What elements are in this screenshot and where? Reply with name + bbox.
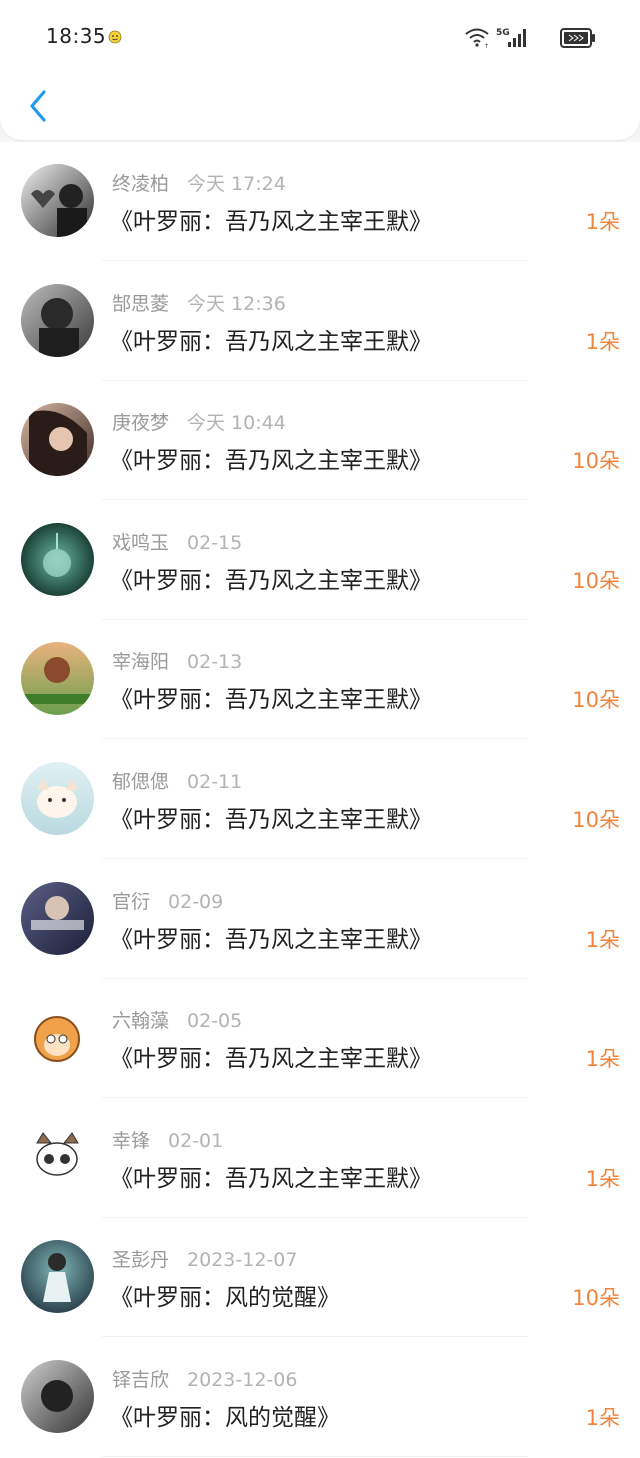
user-name[interactable]: 庚夜梦 bbox=[112, 412, 169, 434]
gift-date: 今天 17:24 bbox=[187, 173, 286, 195]
gift-date: 今天 12:36 bbox=[187, 292, 286, 315]
gift-date: 今天 10:44 bbox=[187, 412, 286, 435]
book-title[interactable]: 《叶罗丽：吾乃风之主宰王默》 bbox=[110, 441, 432, 475]
gift-record-row[interactable]: 庚夜梦 今天 10:44 《叶罗丽：吾乃风之主宰王默》 10朵 bbox=[0, 381, 640, 501]
gift-date: 2023-12-06 bbox=[187, 1368, 298, 1391]
gift-record-list: 终凌柏 今天 17:24 《叶罗丽：吾乃风之主宰王默》 1朵 郜思菱 今天 12:3… bbox=[0, 142, 640, 1458]
gift-date: 02-01 bbox=[168, 1129, 224, 1152]
chevron-left-icon bbox=[30, 90, 46, 122]
avatar[interactable] bbox=[21, 1001, 94, 1075]
avatar-image bbox=[21, 283, 94, 357]
gift-record-row[interactable]: 铎吉欣 2023-12-06 《叶罗丽：风的觉醒》 1朵 bbox=[0, 1338, 640, 1458]
gift-amount: 10朵 bbox=[572, 1286, 620, 1311]
avatar[interactable] bbox=[21, 522, 94, 596]
avatar-image bbox=[21, 1359, 94, 1433]
gift-date: 02-15 bbox=[187, 531, 243, 554]
avatar-image bbox=[21, 1240, 94, 1314]
gift-record-row[interactable]: 郜思菱 今天 12:36 《叶罗丽：吾乃风之主宰王默》 1朵 bbox=[0, 262, 640, 382]
book-title[interactable]: 《叶罗丽：吾乃风之主宰王默》 bbox=[110, 202, 432, 236]
gift-date: 02-13 bbox=[187, 651, 243, 674]
user-name[interactable]: 郁偲偲 bbox=[112, 771, 169, 793]
gift-record-row[interactable]: 宰海阳 02-13 《叶罗丽：吾乃风之主宰王默》 10朵 bbox=[0, 620, 640, 740]
book-title[interactable]: 《叶罗丽：吾乃风之主宰王默》 bbox=[110, 561, 432, 595]
signal-icon: 5G bbox=[496, 28, 526, 47]
user-name[interactable]: 终凌柏 bbox=[112, 173, 169, 195]
gift-amount: 10朵 bbox=[572, 449, 620, 474]
gift-record-row[interactable]: 官衍 02-09 《叶罗丽：吾乃风之主宰王默》 1朵 bbox=[0, 860, 640, 980]
avatar[interactable] bbox=[21, 761, 94, 835]
avatar[interactable] bbox=[21, 164, 94, 237]
user-name[interactable]: 郜思菱 bbox=[112, 293, 169, 315]
avatar[interactable] bbox=[21, 881, 94, 955]
book-title[interactable]: 《叶罗丽：吾乃风之主宰王默》 bbox=[110, 1159, 432, 1193]
user-name[interactable]: 官衍 bbox=[112, 891, 150, 913]
gift-amount: 10朵 bbox=[572, 807, 620, 832]
gift-record-row[interactable]: 幸锋 02-01 《叶罗丽：吾乃风之主宰王默》 1朵 bbox=[0, 1099, 640, 1219]
network-label: 5G bbox=[496, 28, 510, 38]
user-name[interactable]: 戏鸣玉 bbox=[112, 532, 169, 554]
book-title[interactable]: 《叶罗丽：吾乃风之主宰王默》 bbox=[110, 680, 432, 714]
avatar[interactable] bbox=[21, 1240, 94, 1314]
svg-text:↑↓: ↑↓ bbox=[484, 43, 490, 48]
gift-date: 02-09 bbox=[168, 890, 224, 913]
avatar[interactable] bbox=[21, 403, 94, 477]
avatar-image bbox=[21, 522, 94, 596]
gift-amount: 1朵 bbox=[585, 1405, 620, 1430]
gift-amount: 1朵 bbox=[585, 927, 620, 952]
avatar-image bbox=[21, 642, 94, 716]
status-time: 18:35 bbox=[46, 24, 107, 48]
gift-amount: 1朵 bbox=[585, 1166, 620, 1191]
gift-amount: 10朵 bbox=[572, 688, 620, 713]
gift-amount: 1朵 bbox=[585, 210, 620, 234]
battery-icon bbox=[560, 28, 595, 48]
user-name[interactable]: 圣彭丹 bbox=[112, 1249, 169, 1271]
gift-amount: 1朵 bbox=[585, 329, 620, 354]
book-title[interactable]: 《叶罗丽：吾乃风之主宰王默》 bbox=[110, 1039, 432, 1073]
back-button[interactable] bbox=[20, 86, 56, 126]
row-divider bbox=[102, 1455, 528, 1457]
avatar-image bbox=[21, 1001, 94, 1075]
gift-amount: 10朵 bbox=[572, 568, 620, 593]
user-name[interactable]: 幸锋 bbox=[112, 1130, 150, 1152]
gift-record-row[interactable]: 圣彭丹 2023-12-07 《叶罗丽：风的觉醒》 10朵 bbox=[0, 1218, 640, 1338]
avatar-image bbox=[21, 403, 94, 477]
avatar[interactable] bbox=[21, 1120, 94, 1194]
gift-record-row[interactable]: 戏鸣玉 02-15 《叶罗丽：吾乃风之主宰王默》 10朵 bbox=[0, 501, 640, 621]
user-name[interactable]: 铎吉欣 bbox=[112, 1369, 169, 1391]
avatar[interactable] bbox=[21, 1359, 94, 1433]
book-title[interactable]: 《叶罗丽：吾乃风之主宰王默》 bbox=[110, 920, 432, 954]
avatar[interactable] bbox=[21, 283, 94, 357]
header-bar: 18:35 ↑↓ 5G bbox=[0, 0, 640, 140]
gift-record-row[interactable]: 终凌柏 今天 17:24 《叶罗丽：吾乃风之主宰王默》 1朵 bbox=[0, 142, 640, 262]
avatar-image bbox=[21, 1120, 94, 1194]
avatar-image bbox=[21, 761, 94, 835]
wifi-icon: ↑↓ bbox=[465, 28, 490, 48]
gift-date: 2023-12-07 bbox=[187, 1249, 298, 1272]
book-title[interactable]: 《叶罗丽：风的觉醒》 bbox=[110, 1278, 340, 1312]
gift-date: 02-05 bbox=[187, 1010, 243, 1033]
book-title[interactable]: 《叶罗丽：吾乃风之主宰王默》 bbox=[110, 322, 432, 356]
avatar-image bbox=[21, 881, 94, 955]
avatar[interactable] bbox=[21, 642, 94, 716]
avatar-image bbox=[21, 164, 94, 237]
gift-record-row[interactable]: 六翰藻 02-05 《叶罗丽：吾乃风之主宰王默》 1朵 bbox=[0, 979, 640, 1099]
gift-date: 02-11 bbox=[187, 770, 243, 793]
user-name[interactable]: 六翰藻 bbox=[112, 1010, 169, 1032]
book-title[interactable]: 《叶罗丽：吾乃风之主宰王默》 bbox=[110, 800, 432, 834]
gift-amount: 1朵 bbox=[585, 1047, 620, 1072]
gift-record-row[interactable]: 郁偲偲 02-11 《叶罗丽：吾乃风之主宰王默》 10朵 bbox=[0, 740, 640, 860]
user-name[interactable]: 宰海阳 bbox=[112, 651, 169, 673]
emoji-icon bbox=[108, 30, 122, 44]
